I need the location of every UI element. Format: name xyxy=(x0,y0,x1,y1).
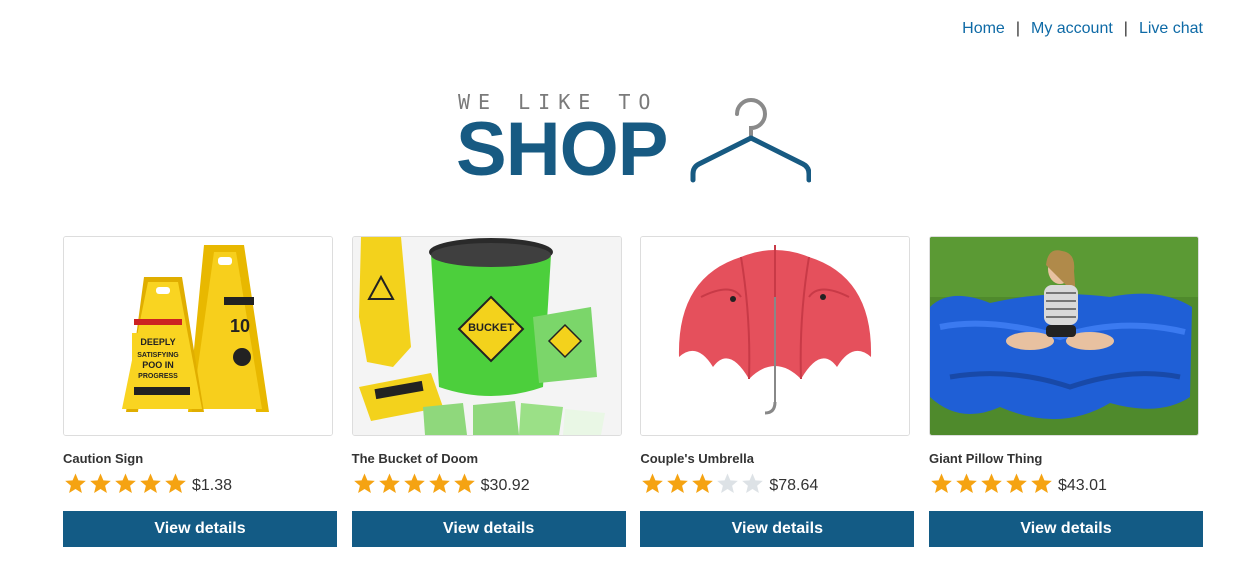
star-filled-icon xyxy=(931,473,952,493)
star-empty-icon xyxy=(742,473,764,493)
nav-separator: | xyxy=(1015,20,1020,37)
svg-text:POO IN: POO IN xyxy=(142,360,174,370)
live-chat-link[interactable]: Live chat xyxy=(1139,20,1203,37)
star-rating xyxy=(63,472,188,496)
star-filled-icon xyxy=(403,473,425,493)
star-filled-icon xyxy=(90,473,111,493)
svg-text:BUCKET: BUCKET xyxy=(468,322,514,334)
top-navigation: Home | My account | Live chat xyxy=(962,20,1203,38)
star-filled-icon xyxy=(692,473,714,493)
svg-text:DEEPLY: DEEPLY xyxy=(140,337,175,347)
star-filled-icon xyxy=(1006,473,1027,493)
view-details-button[interactable]: View details xyxy=(351,511,626,547)
product-price: $43.01 xyxy=(1057,477,1107,494)
product-name: The Bucket of Doom xyxy=(351,451,479,466)
product-price: $78.64 xyxy=(769,477,819,494)
product-card: BUCKET The Bucket of Doom $30.92 View de… xyxy=(351,236,626,547)
product-name: Giant Pillow Thing xyxy=(928,451,1043,466)
product-card: Couple's Umbrella $78.64 View details xyxy=(640,236,915,547)
star-filled-icon xyxy=(353,473,375,493)
home-link[interactable]: Home xyxy=(962,20,1005,37)
star-filled-icon xyxy=(956,473,977,493)
product-name: Couple's Umbrella xyxy=(640,451,754,466)
product-grid: DEEPLY SATISFYING POO IN PROGRESS 10 Cau… xyxy=(63,236,1203,547)
nav-separator: | xyxy=(1123,20,1128,37)
star-filled-icon xyxy=(667,473,689,493)
product-rating: $43.01 xyxy=(929,471,1203,497)
product-rating: $30.92 xyxy=(352,471,626,497)
hanger-icon xyxy=(690,98,811,183)
caution-sign-image[interactable]: DEEPLY SATISFYING POO IN PROGRESS 10 xyxy=(63,236,333,436)
star-rating xyxy=(640,472,765,496)
view-details-button[interactable]: View details xyxy=(640,511,915,547)
logo-wordmark: SHOP xyxy=(456,107,668,192)
star-filled-icon xyxy=(165,473,186,493)
view-details-button[interactable]: View details xyxy=(63,511,337,547)
my-account-link[interactable]: My account xyxy=(1031,20,1113,37)
pillow-image[interactable] xyxy=(928,236,1199,436)
star-empty-icon xyxy=(717,473,739,493)
product-price: $30.92 xyxy=(480,477,530,494)
product-price: $1.38 xyxy=(192,477,233,494)
star-filled-icon xyxy=(428,473,450,493)
product-card: Giant Pillow Thing $43.01 View details xyxy=(928,236,1203,547)
product-card: DEEPLY SATISFYING POO IN PROGRESS 10 Cau… xyxy=(63,236,337,547)
product-name: Caution Sign xyxy=(63,451,144,466)
product-rating: $78.64 xyxy=(640,471,914,497)
svg-text:PROGRESS: PROGRESS xyxy=(138,373,178,380)
star-filled-icon xyxy=(1031,473,1052,493)
umbrella-image[interactable] xyxy=(640,236,911,436)
product-rating: $1.38 xyxy=(63,471,337,497)
svg-text:10: 10 xyxy=(230,316,250,336)
star-filled-icon xyxy=(642,473,664,493)
site-logo[interactable]: WE LIKE TO SHOP xyxy=(456,88,816,188)
star-filled-icon xyxy=(140,473,161,493)
star-filled-icon xyxy=(453,473,475,493)
star-rating xyxy=(929,472,1054,496)
bucket-image[interactable]: BUCKET xyxy=(351,236,622,436)
svg-text:SATISFYING: SATISFYING xyxy=(137,352,179,359)
star-rating xyxy=(352,472,477,496)
star-filled-icon xyxy=(981,473,1002,493)
star-filled-icon xyxy=(115,473,136,493)
star-filled-icon xyxy=(378,473,400,493)
star-filled-icon xyxy=(65,473,86,493)
view-details-button[interactable]: View details xyxy=(928,511,1203,547)
